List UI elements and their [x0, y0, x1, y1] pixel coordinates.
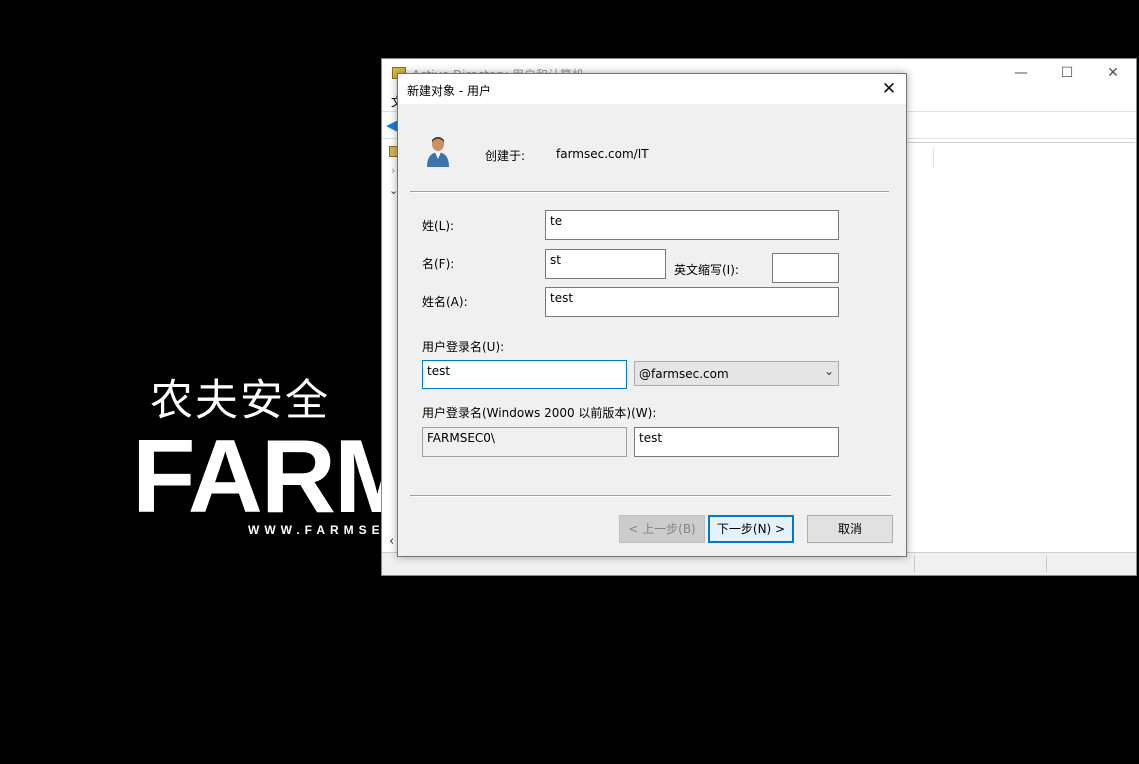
logon-name-label: 用户登录名(U):	[422, 340, 505, 354]
user-icon	[427, 137, 449, 167]
logon-name-input[interactable]: test	[422, 360, 627, 389]
created-in-value: farmsec.com/IT	[556, 147, 649, 161]
cancel-button[interactable]: 取消	[807, 515, 893, 543]
dialog-titlebar: 新建对象 - 用户 ✕	[398, 74, 906, 104]
full-name-label: 姓名(A):	[422, 295, 468, 309]
back-arrow-icon[interactable]: ◀	[386, 116, 398, 134]
initials-input[interactable]	[772, 253, 839, 283]
full-name-input[interactable]: test	[545, 287, 839, 317]
pre2000-domain-field: FARMSEC0\	[422, 427, 627, 457]
chevron-down-icon: ⌄	[823, 364, 834, 378]
last-name-label: 姓(L):	[422, 219, 455, 233]
dialog-title: 新建对象 - 用户	[407, 84, 491, 98]
maximize-button[interactable]: ☐	[1044, 59, 1090, 89]
column-divider	[933, 147, 934, 167]
logo-url-text: WWW.FARMSEC	[248, 523, 380, 537]
next-button[interactable]: 下一步(N) >	[708, 515, 794, 543]
dialog-close-button[interactable]: ✕	[872, 74, 906, 104]
separator	[410, 495, 891, 497]
status-divider	[1046, 556, 1047, 572]
ad-details-pane	[906, 142, 1135, 553]
first-name-label: 名(F):	[422, 257, 455, 271]
first-name-input[interactable]: st	[545, 249, 666, 279]
minimize-button[interactable]: —	[998, 59, 1044, 89]
status-divider	[914, 556, 915, 572]
new-user-dialog: 新建对象 - 用户 ✕ 创建于: farmsec.com/IT 姓(L): te…	[397, 73, 907, 557]
scroll-left-icon[interactable]: ‹	[389, 534, 394, 549]
separator	[410, 191, 889, 193]
window-close-button[interactable]: ✕	[1090, 59, 1136, 89]
pre2000-logon-input[interactable]: test	[634, 427, 839, 457]
last-name-input[interactable]: te	[545, 210, 839, 240]
domain-suffix-select[interactable]: @farmsec.com ⌄	[634, 361, 839, 386]
initials-label: 英文缩写(I):	[674, 263, 739, 277]
created-in-label: 创建于:	[485, 149, 526, 163]
domain-suffix-value: @farmsec.com	[639, 367, 729, 381]
back-button[interactable]: < 上一步(B)	[619, 515, 705, 543]
logo-main-text: FARM	[132, 425, 382, 529]
pre2000-logon-label: 用户登录名(Windows 2000 以前版本)(W):	[422, 406, 657, 420]
logo-chinese-text: 农夫安全	[150, 376, 330, 426]
expand-arrow-icon[interactable]: ›	[391, 164, 395, 177]
